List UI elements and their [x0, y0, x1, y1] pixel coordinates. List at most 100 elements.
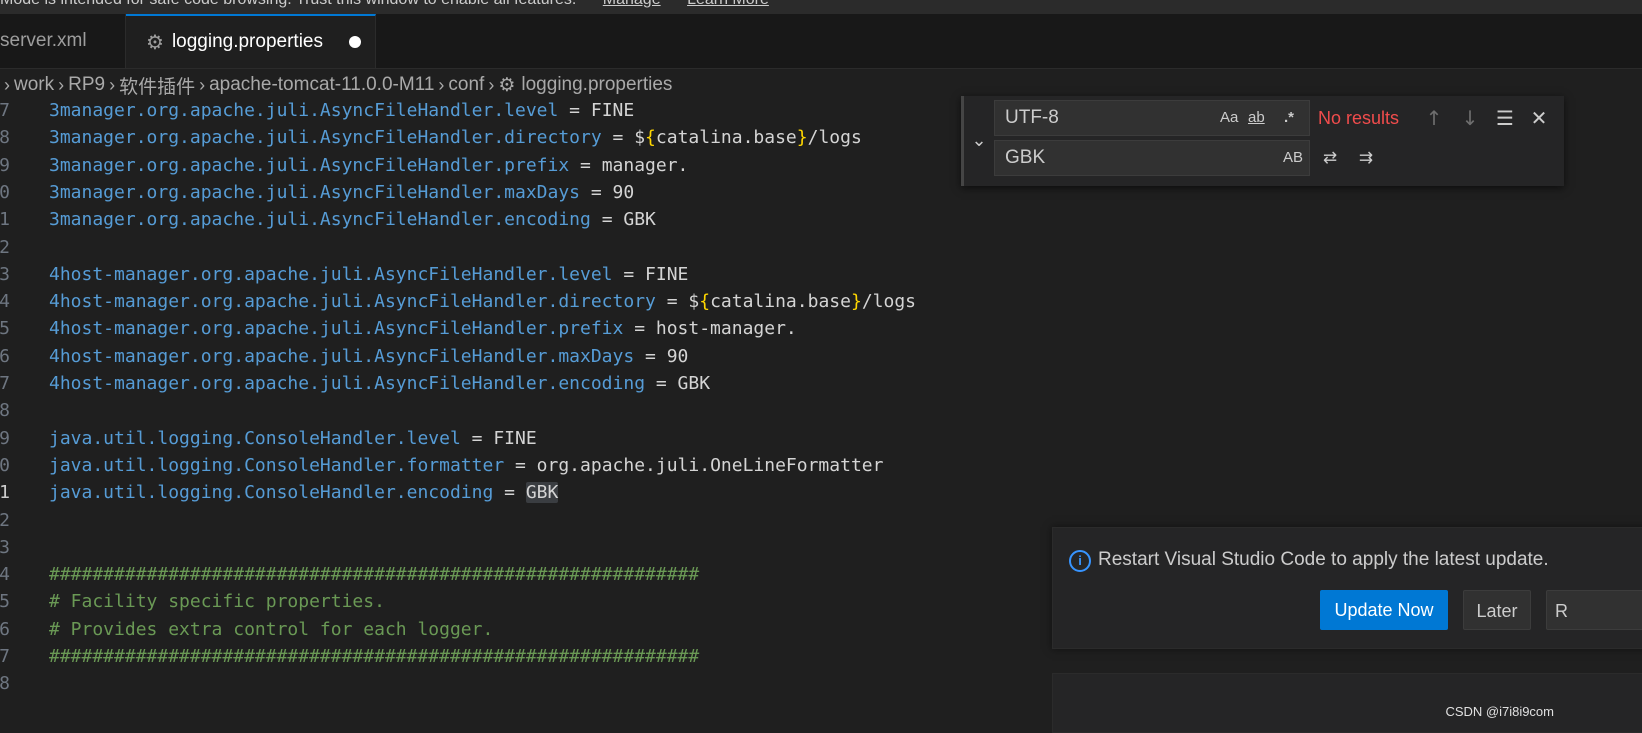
property-value: GBK [623, 209, 656, 231]
code-line[interactable]: 3 [0, 534, 1000, 562]
breadcrumb-item[interactable]: conf [448, 74, 484, 96]
replace-all-icon[interactable]: ⇉ [1353, 145, 1379, 171]
equals-operator: = [569, 154, 602, 176]
replace-input[interactable]: GBK AB [994, 140, 1310, 176]
breadcrumb: › work › RP9 › 软件插件 › apache-tomcat-11.0… [0, 70, 1000, 100]
code-line[interactable]: 3 4host-manager.org.apache.juli.AsyncFile… [0, 261, 1000, 289]
code-line[interactable]: 9 java.util.logging.ConsoleHandler.level … [0, 425, 1000, 453]
whole-word-icon[interactable]: ab [1248, 101, 1265, 135]
code-comment: ########################################… [49, 646, 700, 667]
line-number: 4 [0, 291, 10, 313]
property-value: $ [688, 291, 700, 313]
code-content: 3manager.org.apache.juli.AsyncFileHandle… [49, 179, 634, 207]
code-line[interactable]: 4 4host-manager.org.apache.juli.AsyncFile… [0, 288, 1000, 316]
code-line[interactable]: 8 [0, 397, 1000, 425]
replace-value: GBK [1005, 147, 1046, 168]
property-value: /logs [861, 291, 916, 313]
equals-operator: = [504, 454, 537, 476]
property-value: catalina.base [655, 127, 797, 149]
notification-message: Restart Visual Studio Code to apply the … [1098, 549, 1549, 570]
code-line[interactable]: 7 3manager.org.apache.juli.AsyncFileHandl… [0, 97, 1000, 125]
line-number: 8 [0, 127, 10, 149]
close-icon[interactable]: ✕ [1526, 105, 1552, 131]
property-key: 4host-manager.org.apache.juli.AsyncFileH… [49, 345, 635, 367]
banner-manage-link[interactable]: Manage [603, 0, 661, 8]
code-content: java.util.logging.ConsoleHandler.formatt… [49, 452, 883, 480]
equals-operator: = [655, 291, 689, 313]
chevron-right-icon: › [488, 74, 495, 95]
property-value: org.apache.juli.OneLineFormatter [536, 454, 884, 476]
property-key: 3manager.org.apache.juli.AsyncFileHandle… [49, 181, 581, 203]
code-line[interactable]: 5 4host-manager.org.apache.juli.AsyncFile… [0, 315, 1000, 343]
code-line[interactable]: 7 4host-manager.org.apache.juli.AsyncFile… [0, 370, 1000, 398]
property-value: FINE [590, 100, 635, 121]
equals-operator: = [612, 263, 646, 285]
property-value: GBK [677, 373, 711, 394]
property-key: java.util.logging.ConsoleHandler.encodin… [49, 482, 494, 504]
code-line[interactable]: 2 [0, 507, 1000, 535]
code-line[interactable]: 0 3manager.org.apache.juli.AsyncFileHandl… [0, 179, 1000, 207]
code-content: 4host-manager.org.apache.juli.AsyncFileH… [49, 343, 688, 371]
property-value: catalina.base [710, 291, 851, 313]
later-button[interactable]: Later [1463, 590, 1531, 630]
unsaved-dot-icon[interactable] [349, 36, 361, 48]
secondary-notification [1052, 673, 1642, 733]
code-comment: # Provides extra control for each logger… [49, 618, 494, 640]
tab-logging-properties[interactable]: ⚙ logging.properties [126, 14, 376, 68]
code-line[interactable]: 4 #######################################… [0, 561, 1000, 589]
code-line[interactable]: 2 [0, 234, 1000, 262]
code-line[interactable]: 8 3manager.org.apache.juli.AsyncFileHandl… [0, 124, 1000, 152]
property-value: $ [634, 127, 646, 149]
property-value: 90 [612, 181, 635, 203]
breadcrumb-item[interactable]: apache-tomcat-11.0.0-M11 [209, 74, 434, 96]
chevron-right-icon: › [199, 74, 206, 95]
banner-learn-more-link[interactable]: Learn More [687, 0, 769, 8]
preserve-case-icon[interactable]: AB [1283, 141, 1303, 175]
code-line[interactable]: 7 #######################################… [0, 643, 1000, 671]
tab-server-xml[interactable]: server.xml [0, 14, 126, 68]
code-line[interactable]: 5 # Facility specific properties. [0, 588, 1000, 616]
find-input[interactable]: UTF-8 Aa ab .* [994, 100, 1310, 136]
property-value: manager. [601, 154, 689, 176]
regex-icon[interactable]: .* [1284, 101, 1294, 135]
code-content: ########################################… [49, 561, 699, 589]
release-notes-button[interactable]: R [1546, 590, 1642, 630]
code-line[interactable]: 8 [0, 670, 1000, 698]
code-content: ########################################… [49, 643, 699, 671]
code-line[interactable]: 1 3manager.org.apache.juli.AsyncFileHandl… [0, 206, 1000, 234]
code-content: 4host-manager.org.apache.juli.AsyncFileH… [49, 261, 688, 289]
code-line[interactable]: 9 3manager.org.apache.juli.AsyncFileHandl… [0, 152, 1000, 180]
line-number: 9 [0, 154, 10, 176]
equals-operator: = [623, 318, 656, 340]
chevron-down-icon[interactable]: ⌄ [968, 126, 990, 156]
breadcrumb-item[interactable]: work [14, 74, 54, 96]
line-number: 7 [0, 373, 10, 394]
code-line[interactable]: 6 4host-manager.org.apache.juli.AsyncFile… [0, 343, 1000, 371]
arrow-up-icon[interactable]: ↑ [1421, 105, 1447, 131]
equals-operator: = [645, 373, 678, 394]
line-number: 3 [0, 536, 10, 558]
arrow-down-icon[interactable]: ↓ [1457, 105, 1483, 131]
property-key: 4host-manager.org.apache.juli.AsyncFileH… [49, 373, 646, 394]
match-case-icon[interactable]: Aa [1220, 101, 1238, 135]
brace: { [699, 291, 711, 313]
code-content: 4host-manager.org.apache.juli.AsyncFileH… [49, 370, 710, 398]
replace-icon[interactable]: ⇄ [1317, 145, 1343, 171]
line-number: 6 [0, 345, 10, 367]
banner-text: Mode is intended for safe code browsing.… [0, 0, 576, 8]
info-icon: i [1069, 550, 1091, 572]
editor-tab-bar: server.xml ⚙ logging.properties [0, 14, 1642, 69]
update-now-button[interactable]: Update Now [1320, 590, 1448, 630]
line-number: 8 [0, 673, 10, 695]
code-line[interactable]: 1 java.util.logging.ConsoleHandler.encodi… [0, 479, 1000, 507]
find-in-selection-icon[interactable]: ☰ [1492, 105, 1518, 131]
breadcrumb-item[interactable]: 软件插件 [119, 72, 195, 99]
gear-icon: ⚙ [146, 31, 164, 54]
property-value: FINE [645, 263, 689, 285]
chevron-right-icon: › [4, 74, 10, 95]
code-line[interactable]: 6 # Provides extra control for each logge… [0, 616, 1000, 644]
tab-label: server.xml [0, 30, 87, 51]
breadcrumb-item[interactable]: RP9 [68, 74, 105, 96]
code-line[interactable]: 0 java.util.logging.ConsoleHandler.format… [0, 452, 1000, 480]
breadcrumb-item[interactable]: logging.properties [521, 74, 672, 96]
